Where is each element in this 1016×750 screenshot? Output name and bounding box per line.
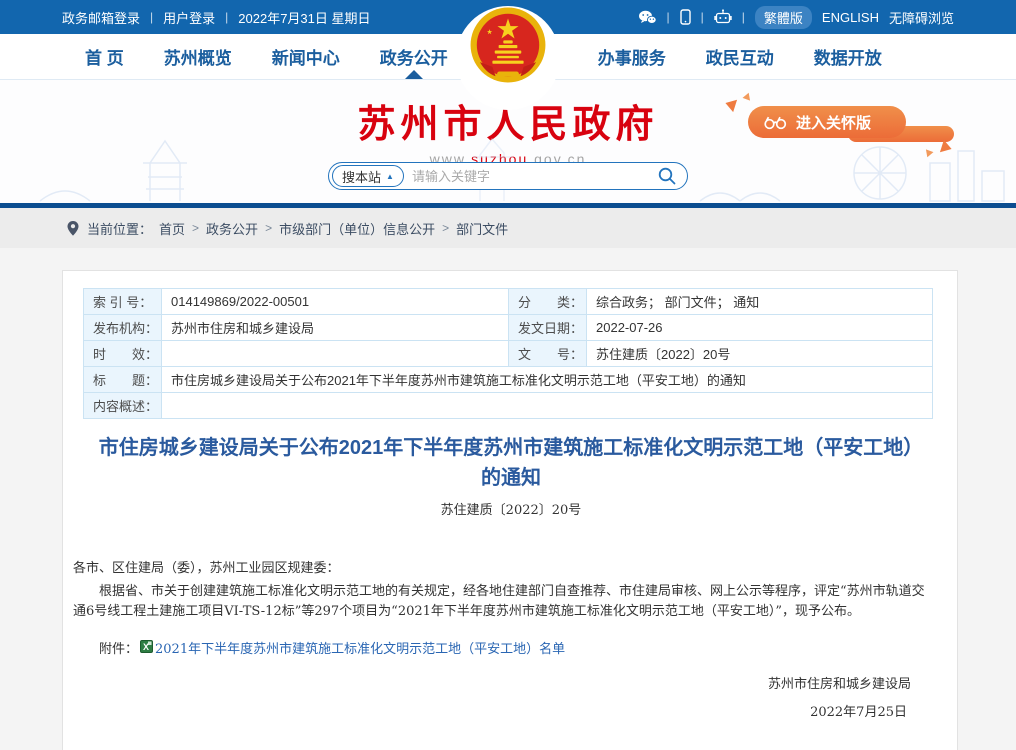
nav-item-services[interactable]: 办事服务: [598, 34, 666, 79]
breadcrumb-separator: >: [442, 221, 449, 235]
breadcrumb-item-dept-disclosure[interactable]: 市级部门（单位）信息公开: [279, 219, 435, 238]
meta-label: 发文日期：: [509, 315, 587, 341]
care-version-label: 进入关怀版: [796, 112, 871, 133]
document-body: 各市、区住建局（委），苏州工业园区规建委： 根据省、市关于创建建筑施工标准化文明…: [73, 559, 935, 723]
divider: |: [742, 10, 745, 24]
salutation: 各市、区住建局（委），苏州工业园区规建委：: [73, 559, 935, 579]
attachment-link[interactable]: X 2021年下半年度苏州市建筑施工标准化文明示范工地（平安工地）名单: [138, 640, 565, 660]
excel-file-icon: X: [140, 640, 153, 653]
breadcrumb-item-home[interactable]: 首页: [159, 219, 185, 238]
table-row: 发布机构： 苏州市住房和城乡建设局 发文日期： 2022-07-26: [84, 315, 933, 341]
table-row: 内容概述：: [84, 393, 933, 419]
meta-label: 时 效：: [84, 341, 162, 367]
care-version-button[interactable]: 进入关怀版: [748, 106, 906, 138]
table-row: 标 题： 市住房城乡建设局关于公布2021年下半年度苏州市建筑施工标准化文明示范…: [84, 367, 933, 393]
document-number: 苏住建质〔2022〕20号: [91, 499, 931, 518]
glasses-icon: [763, 115, 788, 130]
meta-value-publisher: 苏州市住房和城乡建设局: [162, 315, 509, 341]
nav-group-left: 首 页 苏州概览 新闻中心 政务公开: [85, 34, 448, 79]
meta-value-validity: [162, 341, 509, 367]
meta-label: 索 引 号：: [84, 289, 162, 315]
page: 政务邮箱登录 | 用户登录 | 2022年7月31日 星期日 | | | 繁體版…: [0, 0, 1016, 750]
search-input[interactable]: [404, 169, 657, 184]
accessibility-button[interactable]: 无障碍浏览: [889, 8, 954, 27]
wechat-icon[interactable]: [638, 10, 657, 25]
nav-item-gov-affairs[interactable]: 政务公开: [380, 34, 448, 79]
divider: |: [225, 10, 228, 24]
issue-date: 2022年7月25日: [73, 703, 935, 723]
divider: |: [701, 10, 704, 24]
search-scope-dropdown[interactable]: 搜本站 ▲: [332, 165, 404, 187]
meta-label: 发布机构：: [84, 315, 162, 341]
meta-value-index-number: 014149869/2022-00501: [162, 289, 509, 315]
search-icon[interactable]: [657, 166, 677, 186]
search-scope-label: 搜本站: [342, 167, 381, 186]
meta-label: 内容概述：: [84, 393, 162, 419]
nav-item-interaction[interactable]: 政民互动: [706, 34, 774, 79]
document-meta-table: 索 引 号： 014149869/2022-00501 分 类： 综合政务； 部…: [83, 288, 933, 419]
meta-value-summary: [162, 393, 933, 419]
breadcrumb: 当前位置： 首页 > 政务公开 > 市级部门（单位）信息公开 > 部门文件: [0, 208, 1016, 248]
user-login-link[interactable]: 用户登录: [163, 8, 215, 27]
meta-value-doc-number: 苏住建质〔2022〕20号: [587, 341, 933, 367]
meta-label: 分 类：: [509, 289, 587, 315]
robot-icon[interactable]: [714, 9, 732, 25]
site-search: 搜本站 ▲: [328, 162, 688, 190]
national-emblem-icon: [469, 6, 547, 84]
meta-value-category: 综合政务； 部门文件； 通知: [587, 289, 933, 315]
document-title: 市住房城乡建设局关于公布2021年下半年度苏州市建筑施工标准化文明示范工地（平安…: [91, 433, 931, 493]
nav-item-open-data[interactable]: 数据开放: [814, 34, 882, 79]
breadcrumb-item-gov-affairs[interactable]: 政务公开: [206, 219, 258, 238]
mobile-icon[interactable]: [680, 9, 691, 25]
breadcrumb-separator: >: [192, 221, 199, 235]
nav-group-right: 办事服务 政民互动 数据开放: [598, 34, 882, 79]
document-panel: 索 引 号： 014149869/2022-00501 分 类： 综合政务； 部…: [62, 270, 958, 750]
meta-label: 文 号：: [509, 341, 587, 367]
nav-item-overview[interactable]: 苏州概览: [164, 34, 232, 79]
attachment-label: 附件：: [99, 640, 138, 660]
topbar-left: 政务邮箱登录 | 用户登录 | 2022年7月31日 星期日: [62, 8, 371, 27]
meta-value-issue-date: 2022-07-26: [587, 315, 933, 341]
body-paragraph: 根据省、市关于创建建筑施工标准化文明示范工地的有关规定，经各地住建部门自查推荐、…: [73, 582, 935, 622]
topbar-right: | | | 繁體版 ENGLISH 无障碍浏览: [638, 6, 954, 29]
breadcrumb-label: 当前位置：: [87, 219, 152, 238]
divider: |: [150, 10, 153, 24]
current-date: 2022年7月31日 星期日: [238, 8, 370, 27]
svg-text:X: X: [143, 642, 149, 652]
divider: |: [667, 10, 670, 24]
meta-value-title: 市住房城乡建设局关于公布2021年下半年度苏州市建筑施工标准化文明示范工地（平安…: [162, 367, 933, 393]
attachment-row: 附件： X 2021年下半年度苏州市建筑施工标准化文明示范工地（平安工地）名单: [73, 640, 935, 660]
issuing-authority: 苏州市住房和城乡建设局: [73, 675, 935, 695]
breadcrumb-separator: >: [265, 221, 272, 235]
nav-item-news[interactable]: 新闻中心: [272, 34, 340, 79]
chevron-up-icon: ▲: [386, 172, 394, 181]
attachment-link-text: 2021年下半年度苏州市建筑施工标准化文明示范工地（平安工地）名单: [155, 642, 565, 657]
english-button[interactable]: ENGLISH: [822, 10, 879, 25]
nav-item-home[interactable]: 首 页: [85, 34, 124, 79]
breadcrumb-item-dept-files[interactable]: 部门文件: [456, 219, 508, 238]
gov-mail-login-link[interactable]: 政务邮箱登录: [62, 8, 140, 27]
traditional-chinese-button[interactable]: 繁體版: [755, 6, 812, 29]
table-row: 时 效： 文 号： 苏住建质〔2022〕20号: [84, 341, 933, 367]
meta-label: 标 题：: [84, 367, 162, 393]
table-row: 索 引 号： 014149869/2022-00501 分 类： 综合政务； 部…: [84, 289, 933, 315]
location-pin-icon: [66, 220, 80, 237]
